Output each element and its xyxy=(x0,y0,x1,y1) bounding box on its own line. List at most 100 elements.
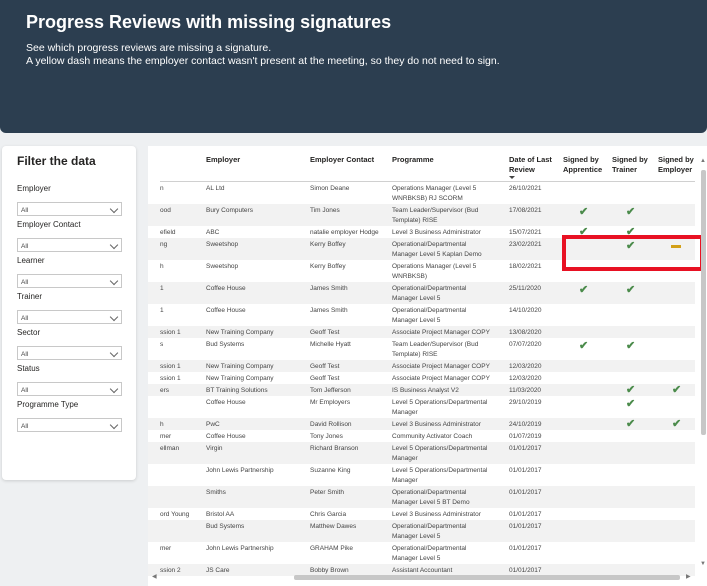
employer-cell: Bristol AA xyxy=(206,511,235,518)
filter-value: All xyxy=(21,351,29,358)
column-header[interactable]: Signed by Trainer xyxy=(612,155,658,175)
table-row[interactable]: ssion 1 New Training Company Geoff Test Ass… xyxy=(148,326,695,338)
learner-cell: h xyxy=(160,263,164,270)
programme-cell: Associate Project Manager COPY xyxy=(392,363,490,370)
table-row[interactable]: s Bud Systems Michelle Hyatt Team Leader/Su… xyxy=(148,338,695,360)
table-row[interactable]: ssion 1 New Training Company Geoff Test Ass… xyxy=(148,372,695,384)
check-icon: ✔ xyxy=(579,206,589,218)
table-row[interactable]: ellman Virgin Richard Branson Level 5 Opera… xyxy=(148,442,695,464)
vertical-scrollbar[interactable] xyxy=(701,170,706,435)
programme-cell: Manager Level 5 xyxy=(392,555,441,562)
table-row[interactable]: ord Young Bristol AA Chris Garcia Level 3 B… xyxy=(148,508,695,520)
programme-cell: Associate Project Manager COPY xyxy=(392,329,490,336)
programme-cell: Operational/Departmental xyxy=(392,241,467,248)
scroll-right-icon[interactable]: ▶ xyxy=(686,573,691,580)
date-cell: 18/02/2021 xyxy=(509,263,542,270)
chevron-down-icon xyxy=(109,312,119,322)
filter-dropdown[interactable]: All xyxy=(17,238,122,252)
programme-cell: Manager Level 5 Kaplan Demo xyxy=(392,251,482,258)
scroll-up-icon[interactable]: ▲ xyxy=(700,158,706,164)
learner-cell: mer xyxy=(160,433,172,440)
contact-cell: Peter Smith xyxy=(310,489,344,496)
filter-value: All xyxy=(21,243,29,250)
table-row[interactable]: ood Bury Computers Tim Jones Team Leader/Su… xyxy=(148,204,695,226)
employer-cell: AL Ltd xyxy=(206,185,225,192)
filter-dropdown[interactable]: All xyxy=(17,202,122,216)
learner-cell: ellman xyxy=(160,445,180,452)
check-icon: ✔ xyxy=(626,384,636,396)
table-row[interactable]: Bud Systems Matthew Dawes Operational/Depa… xyxy=(148,520,695,542)
scroll-down-icon[interactable]: ▼ xyxy=(700,561,706,567)
sort-desc-icon[interactable] xyxy=(509,176,515,179)
filter-value: All xyxy=(21,423,29,430)
filter-dropdown[interactable]: All xyxy=(17,382,122,396)
filter-dropdown[interactable]: All xyxy=(17,274,122,288)
table-row[interactable]: John Lewis Partnership Suzanne King Level … xyxy=(148,464,695,486)
subtitle-line-1: See which progress reviews are missing a… xyxy=(26,42,272,54)
filter-label: Employer Contact xyxy=(17,220,81,229)
table-row[interactable]: ssion 1 New Training Company Geoff Test Ass… xyxy=(148,360,695,372)
contact-cell: Geoff Test xyxy=(310,363,340,370)
column-header[interactable]: Signed by Employer xyxy=(658,155,698,175)
contact-cell: Geoff Test xyxy=(310,329,340,336)
employer-cell: Coffee House xyxy=(206,433,246,440)
filter-label: Employer xyxy=(17,184,51,193)
check-icon: ✔ xyxy=(579,284,589,296)
employer-cell: Bud Systems xyxy=(206,523,245,530)
table-row[interactable]: ers BT Training Solutions Tom Jefferson IS … xyxy=(148,384,695,396)
employer-cell: Virgin xyxy=(206,445,223,452)
column-header[interactable]: Employer Contact xyxy=(310,155,390,165)
employer-cell: New Training Company xyxy=(206,363,274,370)
table-row[interactable]: n AL Ltd Simon Deane Operations Manager (Le… xyxy=(148,182,695,204)
contact-cell: Kerry Boffey xyxy=(310,263,346,270)
employer-cell: Smiths xyxy=(206,489,226,496)
programme-cell: Manager Level 5 xyxy=(392,533,441,540)
filter-dropdown[interactable]: All xyxy=(17,346,122,360)
date-cell: 23/02/2021 xyxy=(509,241,542,248)
contact-cell: Kerry Boffey xyxy=(310,241,346,248)
table-row[interactable]: mer John Lewis Partnership GRAHAM Pike Oper… xyxy=(148,542,695,564)
filter-label: Sector xyxy=(17,328,41,337)
check-icon: ✔ xyxy=(626,398,636,410)
column-header[interactable]: Signed by Apprentice xyxy=(563,155,611,175)
programme-cell: Level 3 Business Administrator xyxy=(392,229,481,236)
date-cell: 01/01/2017 xyxy=(509,511,542,518)
learner-cell: ng xyxy=(160,241,168,248)
table-row[interactable]: 1 Coffee House James Smith Operational/Depa… xyxy=(148,282,695,304)
table-row[interactable]: 1 Coffee House James Smith Operational/Depa… xyxy=(148,304,695,326)
horizontal-scrollbar[interactable] xyxy=(294,575,680,580)
filter-value: All xyxy=(21,315,29,322)
employer-cell: New Training Company xyxy=(206,329,274,336)
column-header[interactable]: Date of Last Review xyxy=(509,155,559,175)
learner-cell: ssion 1 xyxy=(160,363,181,370)
table-row[interactable]: mer Coffee House Tony Jones Community Activ… xyxy=(148,430,695,442)
contact-cell: Tim Jones xyxy=(310,207,340,214)
date-cell: 15/07/2021 xyxy=(509,229,542,236)
chevron-down-icon xyxy=(109,204,119,214)
employer-cell: Coffee House xyxy=(206,399,246,406)
table-row[interactable]: h PwC David Rollison Level 3 Business Admin… xyxy=(148,418,695,430)
contact-cell: James Smith xyxy=(310,285,348,292)
learner-cell: mer xyxy=(160,545,172,552)
table-row[interactable]: Coffee House Mr Employers Level 5 Operatio… xyxy=(148,396,695,418)
filter-panel: Filter the data Employer All Employer Cont… xyxy=(2,146,136,480)
chevron-down-icon xyxy=(109,348,119,358)
contact-cell: Mr Employers xyxy=(310,399,351,406)
programme-cell: Manager Level 5 BT Demo xyxy=(392,499,470,506)
date-cell: 01/01/2017 xyxy=(509,467,542,474)
scroll-left-icon[interactable]: ◀ xyxy=(152,573,157,580)
column-header[interactable]: Employer xyxy=(206,155,296,165)
filter-label: Learner xyxy=(17,256,45,265)
learner-cell: efield xyxy=(160,229,176,236)
table-row[interactable]: Smiths Peter Smith Operational/Departmenta… xyxy=(148,486,695,508)
filter-dropdown[interactable]: All xyxy=(17,418,122,432)
filter-dropdown[interactable]: All xyxy=(17,310,122,324)
learner-cell: 1 xyxy=(160,285,164,292)
contact-cell: Tony Jones xyxy=(310,433,343,440)
column-header[interactable]: Programme xyxy=(392,155,502,165)
learner-cell: ers xyxy=(160,387,170,394)
contact-cell: natalie employer Hodge xyxy=(310,229,379,236)
date-cell: 26/10/2021 xyxy=(509,185,542,192)
employer-cell: BT Training Solutions xyxy=(206,387,268,394)
learner-cell: ssion 1 xyxy=(160,329,181,336)
